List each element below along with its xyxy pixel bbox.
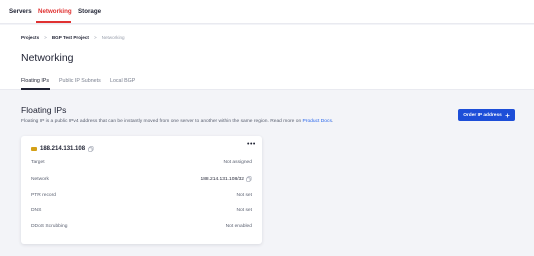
subtab-local-bgp[interactable]: Local BGP [110, 78, 135, 84]
description-text: Floating IP is a public IPv4 address tha… [21, 119, 302, 124]
card-row-ddos-scrubbing: DDoS Scrubbing Not enabled [31, 224, 252, 232]
breadcrumb-projects[interactable]: Projects [21, 35, 39, 40]
row-value: Not set [236, 193, 253, 198]
ip-tag-icon [31, 147, 37, 151]
copy-icon[interactable] [88, 146, 94, 152]
breadcrumb-current: Networking [101, 35, 125, 40]
row-label: Target [31, 160, 45, 165]
breadcrumb-separator-icon: > [44, 35, 47, 40]
breadcrumb: Projects > BGP Test Project > Networking [21, 35, 125, 40]
tab-servers[interactable]: Servers [9, 8, 32, 24]
plus-icon [505, 113, 510, 117]
row-label: Network [31, 177, 49, 182]
description-suffix: . [331, 119, 334, 124]
row-value: Not enabled [225, 224, 252, 229]
page-title: Networking [21, 52, 74, 64]
row-label: PTR record [31, 193, 57, 198]
more-horizontal-icon[interactable]: ••• [247, 141, 256, 148]
top-nav: Servers Networking Storage [0, 0, 534, 24]
row-value: Not set [236, 208, 253, 213]
row-label: DNS [31, 208, 42, 213]
order-ip-address-label: Order IP address [463, 112, 502, 118]
row-value: Not assigned [223, 160, 252, 165]
subtab-public-ip-subnets[interactable]: Public IP Subnets [59, 78, 101, 84]
row-label: DDoS Scrubbing [31, 224, 68, 229]
copy-icon[interactable] [246, 176, 252, 182]
card-row-target: Target Not assigned [31, 160, 252, 168]
section-title: Floating IPs [21, 105, 67, 115]
breadcrumb-project[interactable]: BGP Test Project [52, 35, 89, 40]
tab-storage[interactable]: Storage [78, 8, 101, 24]
section-description: Floating IP is a public IPv4 address tha… [21, 119, 333, 124]
order-ip-address-button[interactable]: Order IP address [458, 109, 515, 121]
active-tab-indicator [36, 21, 71, 23]
row-value: 188.214.131.108/32 [200, 176, 244, 182]
card-row-dns: DNS Not set [31, 208, 252, 216]
card-row-network: Network 188.214.131.108/32 [31, 176, 252, 185]
card-row-ptr-record: PTR record Not set [31, 193, 252, 201]
ip-address: 188.214.131.108 [40, 146, 86, 152]
network-value-wrap: 188.214.131.108/32 [200, 176, 252, 182]
subtab-floating-ips[interactable]: Floating IPs [21, 78, 49, 84]
ip-header: 188.214.131.108 [31, 145, 94, 153]
product-docs-link[interactable]: Product Docs [303, 119, 332, 124]
breadcrumb-separator-icon: > [93, 35, 97, 40]
active-subtab-indicator [21, 88, 50, 90]
floating-ip-card: 188.214.131.108 ••• Target Not assigned … [21, 136, 262, 244]
